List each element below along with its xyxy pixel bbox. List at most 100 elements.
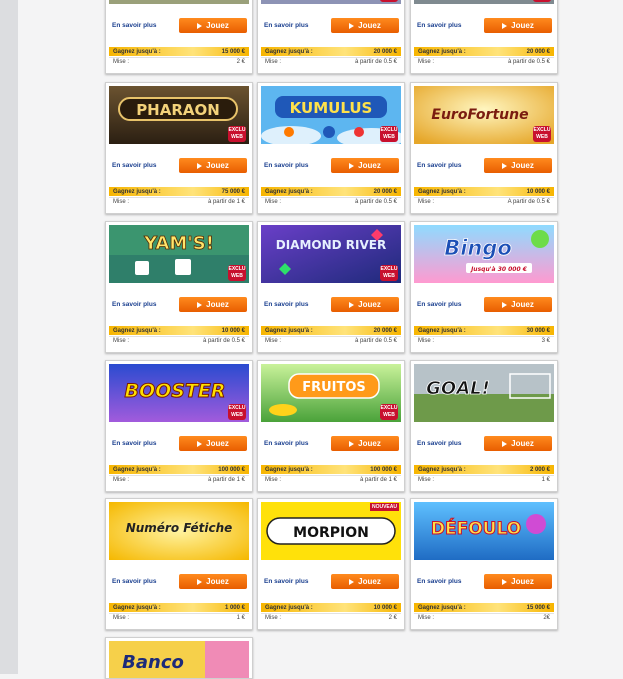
game-grid: En savoir plus Jouez Gagnez jusqu'à :15 … (0, 0, 623, 679)
play-button[interactable]: Jouez (484, 158, 552, 173)
game-banner[interactable]: PHARAON EXCLU WEB (109, 86, 249, 144)
stake-value: à partir de 0.5 € (202, 338, 245, 344)
play-button[interactable]: Jouez (484, 18, 552, 33)
learn-more-link[interactable]: En savoir plus (417, 578, 461, 585)
play-button[interactable]: Jouez (179, 297, 247, 312)
play-button[interactable]: Jouez (484, 436, 552, 451)
play-button[interactable]: Jouez (484, 297, 552, 312)
play-icon (197, 440, 203, 447)
game-card-numero-fetiche: Numéro Fétiche En savoir plus Jouez Gagn… (105, 498, 253, 630)
max-gain-value: 1 000 € (224, 604, 245, 611)
stake-value: à partir de 0.5 € (507, 59, 550, 65)
learn-more-link[interactable]: En savoir plus (264, 301, 308, 308)
svg-text:MORPION: MORPION (293, 525, 369, 541)
game-card-morpion: MORPION NOUVEAU En savoir plus Jouez Gag… (257, 498, 405, 630)
play-button[interactable]: Jouez (331, 18, 399, 33)
game-banner[interactable]: Numéro Fétiche (109, 502, 249, 560)
stake-value: à partir de 0.5 € (354, 199, 397, 205)
game-card-banco: Banco (105, 637, 253, 679)
learn-more-link[interactable]: En savoir plus (112, 578, 156, 585)
stake-row: Mise :à partir de 0.5 € (109, 336, 249, 345)
learn-more-link[interactable]: En savoir plus (417, 162, 461, 169)
game-banner[interactable]: EXCLUWEB (414, 0, 554, 4)
play-button[interactable]: Jouez (179, 18, 247, 33)
learn-more-link[interactable]: En savoir plus (417, 301, 461, 308)
play-button[interactable]: Jouez (331, 574, 399, 589)
max-gain-value: 20 000 € (373, 188, 397, 195)
stake-row: Mise :A partir de 0.5 € (414, 197, 554, 206)
play-button[interactable]: Jouez (484, 574, 552, 589)
game-banner[interactable]: DÉFOULO (414, 502, 554, 560)
max-gain-value: 15 000 € (526, 604, 550, 611)
svg-text:FRUITOS: FRUITOS (302, 380, 366, 395)
stake-row: Mise :3 € (414, 336, 554, 345)
max-gain-bar: Gagnez jusqu'à :20 000 € (261, 326, 401, 335)
game-banner[interactable]: YAM'S! EXCLU WEB (109, 225, 249, 283)
learn-more-link[interactable]: En savoir plus (417, 440, 461, 447)
max-gain-value: 10 000 € (221, 327, 245, 334)
numero-fetiche-logo: Numéro Fétiche (109, 502, 249, 560)
game-banner[interactable]: EuroFortune EXCLU WEB (414, 86, 554, 144)
max-gain-value: 20 000 € (526, 48, 550, 55)
game-banner[interactable]: DIAMOND RIVER EXCLU WEB (261, 225, 401, 283)
stake-row: Mise :à partir de 1 € (109, 197, 249, 206)
game-banner[interactable]: MORPION NOUVEAU (261, 502, 401, 560)
game-banner[interactable]: Bingo Jusqu'à 30 000 € (414, 225, 554, 283)
stake-value: A partir de 0.5 € (507, 199, 550, 205)
learn-more-link[interactable]: En savoir plus (112, 440, 156, 447)
stake-row: Mise :2 € (261, 613, 401, 622)
stake-value: à partir de 0.5 € (354, 59, 397, 65)
learn-more-link[interactable]: En savoir plus (112, 22, 156, 29)
exclu-web-badge: EXCLUWEB (228, 404, 246, 420)
game-card-defoulo: DÉFOULO En savoir plus Jouez Gagnez jusq… (410, 498, 558, 630)
game-banner[interactable]: KUMULUS EXCLU WEB (261, 86, 401, 144)
play-button[interactable]: Jouez (331, 297, 399, 312)
svg-text:KUMULUS: KUMULUS (290, 99, 373, 117)
play-icon (502, 440, 508, 447)
play-button[interactable]: Jouez (179, 158, 247, 173)
max-gain-bar: Gagnez jusqu'à :20 000 € (414, 47, 554, 56)
play-icon (197, 162, 203, 169)
stake-value: 1 € (236, 615, 245, 621)
stake-row: Mise :1 € (109, 613, 249, 622)
max-gain-bar: Gagnez jusqu'à :1 000 € (109, 603, 249, 612)
play-button[interactable]: Jouez (179, 436, 247, 451)
learn-more-link[interactable]: En savoir plus (264, 22, 308, 29)
game-card-booster: BOOSTER EXCLU WEB En savoir plus Jouez Ga… (105, 360, 253, 492)
svg-text:BOOSTER: BOOSTER (124, 380, 225, 402)
learn-more-link[interactable]: En savoir plus (264, 162, 308, 169)
play-button[interactable]: Jouez (179, 574, 247, 589)
play-button[interactable]: Jouez (331, 436, 399, 451)
game-banner[interactable]: EXCLUWEB (261, 0, 401, 4)
max-gain-value: 20 000 € (373, 48, 397, 55)
max-gain-value: 100 000 € (370, 466, 397, 473)
svg-text:EuroFortune: EuroFortune (431, 107, 528, 123)
max-gain-value: 10 000 € (526, 188, 550, 195)
learn-more-link[interactable]: En savoir plus (264, 578, 308, 585)
learn-more-link[interactable]: En savoir plus (264, 440, 308, 447)
svg-text:Numéro Fétiche: Numéro Fétiche (126, 521, 233, 535)
stake-value: à partir de 1 € (207, 477, 245, 483)
exclu-web-badge: EXCLUWEB (533, 126, 551, 142)
max-gain-bar: Gagnez jusqu'à :15 000 € (109, 47, 249, 56)
game-banner[interactable]: GOAL! (414, 364, 554, 422)
stake-row: Mise :à partir de 1 € (109, 475, 249, 484)
game-banner[interactable]: FRUITOS EXCLU WEB (261, 364, 401, 422)
game-banner[interactable]: Banco (109, 641, 249, 678)
play-button[interactable]: Jouez (331, 158, 399, 173)
game-banner[interactable]: BOOSTER EXCLU WEB (109, 364, 249, 422)
game-card-bingo: Bingo Jusqu'à 30 000 € En savoir plus Jo… (410, 221, 558, 353)
svg-text:YAM'S!: YAM'S! (143, 233, 214, 254)
learn-more-link[interactable]: En savoir plus (417, 22, 461, 29)
max-gain-bar: Gagnez jusqu'à :100 000 € (261, 465, 401, 474)
svg-text:DÉFOULO: DÉFOULO (431, 517, 521, 539)
max-gain-bar: Gagnez jusqu'à :30 000 € (414, 326, 554, 335)
learn-more-link[interactable]: En savoir plus (112, 301, 156, 308)
game-banner[interactable] (109, 0, 249, 4)
max-gain-value: 100 000 € (218, 466, 245, 473)
svg-text:Banco: Banco (122, 652, 184, 673)
bingo-logo: Bingo Jusqu'à 30 000 € (414, 225, 554, 283)
play-icon (197, 301, 203, 308)
learn-more-link[interactable]: En savoir plus (112, 162, 156, 169)
svg-text:GOAL!: GOAL! (426, 378, 490, 399)
